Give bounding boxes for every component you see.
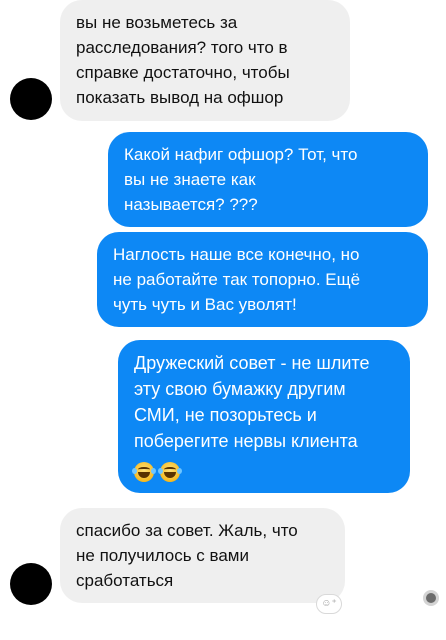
face-with-tears-of-joy-icon <box>132 462 156 483</box>
message-text: не получилось с вами <box>76 546 249 565</box>
message-bubble-outgoing[interactable]: Какой нафиг офшор? Тот, что вы не знаете… <box>108 132 428 227</box>
message-bubble-incoming[interactable]: вы не возьметесь за расследования? того … <box>60 0 350 121</box>
add-reaction-button[interactable]: ☺⁺ <box>316 594 342 614</box>
emoji-row <box>132 458 394 483</box>
message-text: СМИ, не позорьтесь и <box>134 405 317 425</box>
message-text: Наглость наше все конечно, но <box>113 245 360 264</box>
message-text: расследования? того что в <box>76 38 288 57</box>
message-text: вы не возьметесь за <box>76 13 238 32</box>
read-receipt-avatar <box>423 590 439 606</box>
message-text: называется? ??? <box>124 195 258 214</box>
message-text: вы не знаете как <box>124 170 256 189</box>
message-text: показать вывод на офшор <box>76 88 284 107</box>
message-bubble-outgoing[interactable]: Наглость наше все конечно, но не работай… <box>97 232 428 327</box>
message-text: сработаться <box>76 571 174 590</box>
message-bubble-outgoing[interactable]: Дружеский совет - не шлите эту свою бума… <box>118 340 410 493</box>
contact-avatar[interactable] <box>10 78 52 120</box>
message-text: эту свою бумажку другим <box>134 379 346 399</box>
message-text: Какой нафиг офшор? Тот, что <box>124 145 358 164</box>
face-with-tears-of-joy-icon <box>158 462 183 483</box>
message-text: чуть чуть и Вас уволят! <box>113 295 297 314</box>
message-text: справке достаточно, чтобы <box>76 63 290 82</box>
message-text: спасибо за совет. Жаль, что <box>76 521 298 540</box>
message-text: Дружеский совет - не шлите <box>134 353 370 373</box>
add-reaction-icon: ☺⁺ <box>321 598 337 609</box>
contact-avatar[interactable] <box>10 563 52 605</box>
chat-thread: вы не возьметесь за расследования? того … <box>0 0 446 640</box>
message-text: не работайте так топорно. Ещё <box>113 270 361 289</box>
message-text: поберегите нервы клиента <box>134 431 358 451</box>
message-bubble-incoming[interactable]: спасибо за совет. Жаль, что не получилос… <box>60 508 345 603</box>
